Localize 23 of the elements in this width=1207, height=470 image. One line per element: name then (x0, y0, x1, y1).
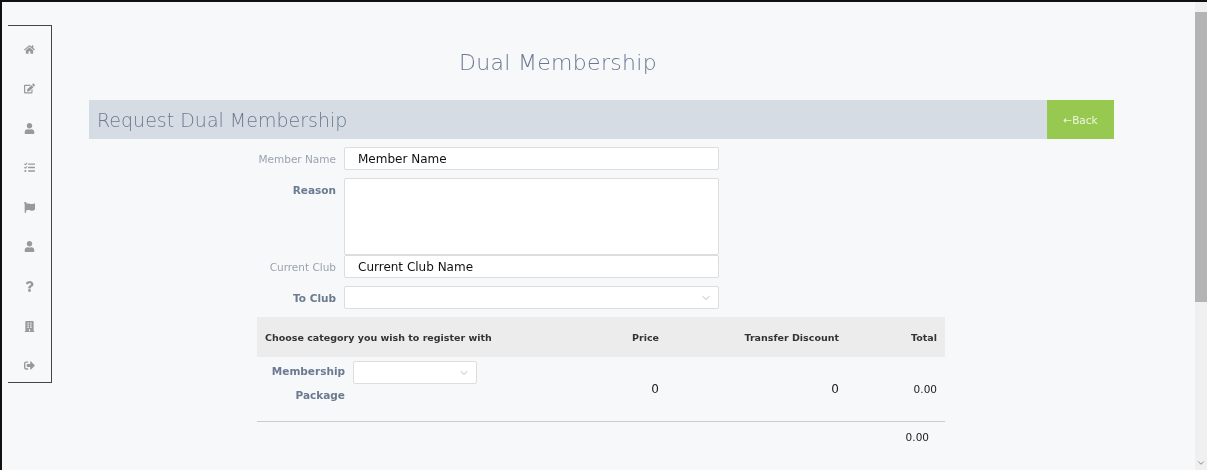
text-field[interactable]: Member Name (344, 147, 719, 170)
row-label: Membership Package (270, 364, 345, 403)
chevron-icon[interactable] (1196, 458, 1206, 468)
field-label: Current Club (269, 260, 336, 273)
grand-total: 0.00 (905, 431, 930, 443)
reason-field[interactable] (344, 178, 719, 255)
column-header: Transfer Discount (743, 331, 840, 343)
club-select[interactable] (344, 286, 719, 309)
scroll-thumb[interactable] (1195, 12, 1207, 302)
field-label: Member Name (258, 152, 336, 165)
package-select[interactable] (353, 361, 477, 384)
price-cell-text: 0 (650, 382, 660, 396)
section-title: Request Dual Membership (97, 108, 348, 131)
scrollbar[interactable] (1195, 2, 1207, 470)
text-field[interactable]: Current Club Name (344, 255, 719, 278)
field-label: To Club (293, 291, 336, 304)
column-header: Total (910, 331, 938, 343)
page-title: Dual Membership (459, 50, 658, 75)
discount-cell-text: 0 (830, 382, 840, 396)
column-header: Choose category you wish to register with (264, 331, 493, 343)
total-cell-text: 0.00 (912, 383, 938, 395)
field-label: Reason (292, 183, 336, 196)
column-header: Price (631, 331, 660, 343)
